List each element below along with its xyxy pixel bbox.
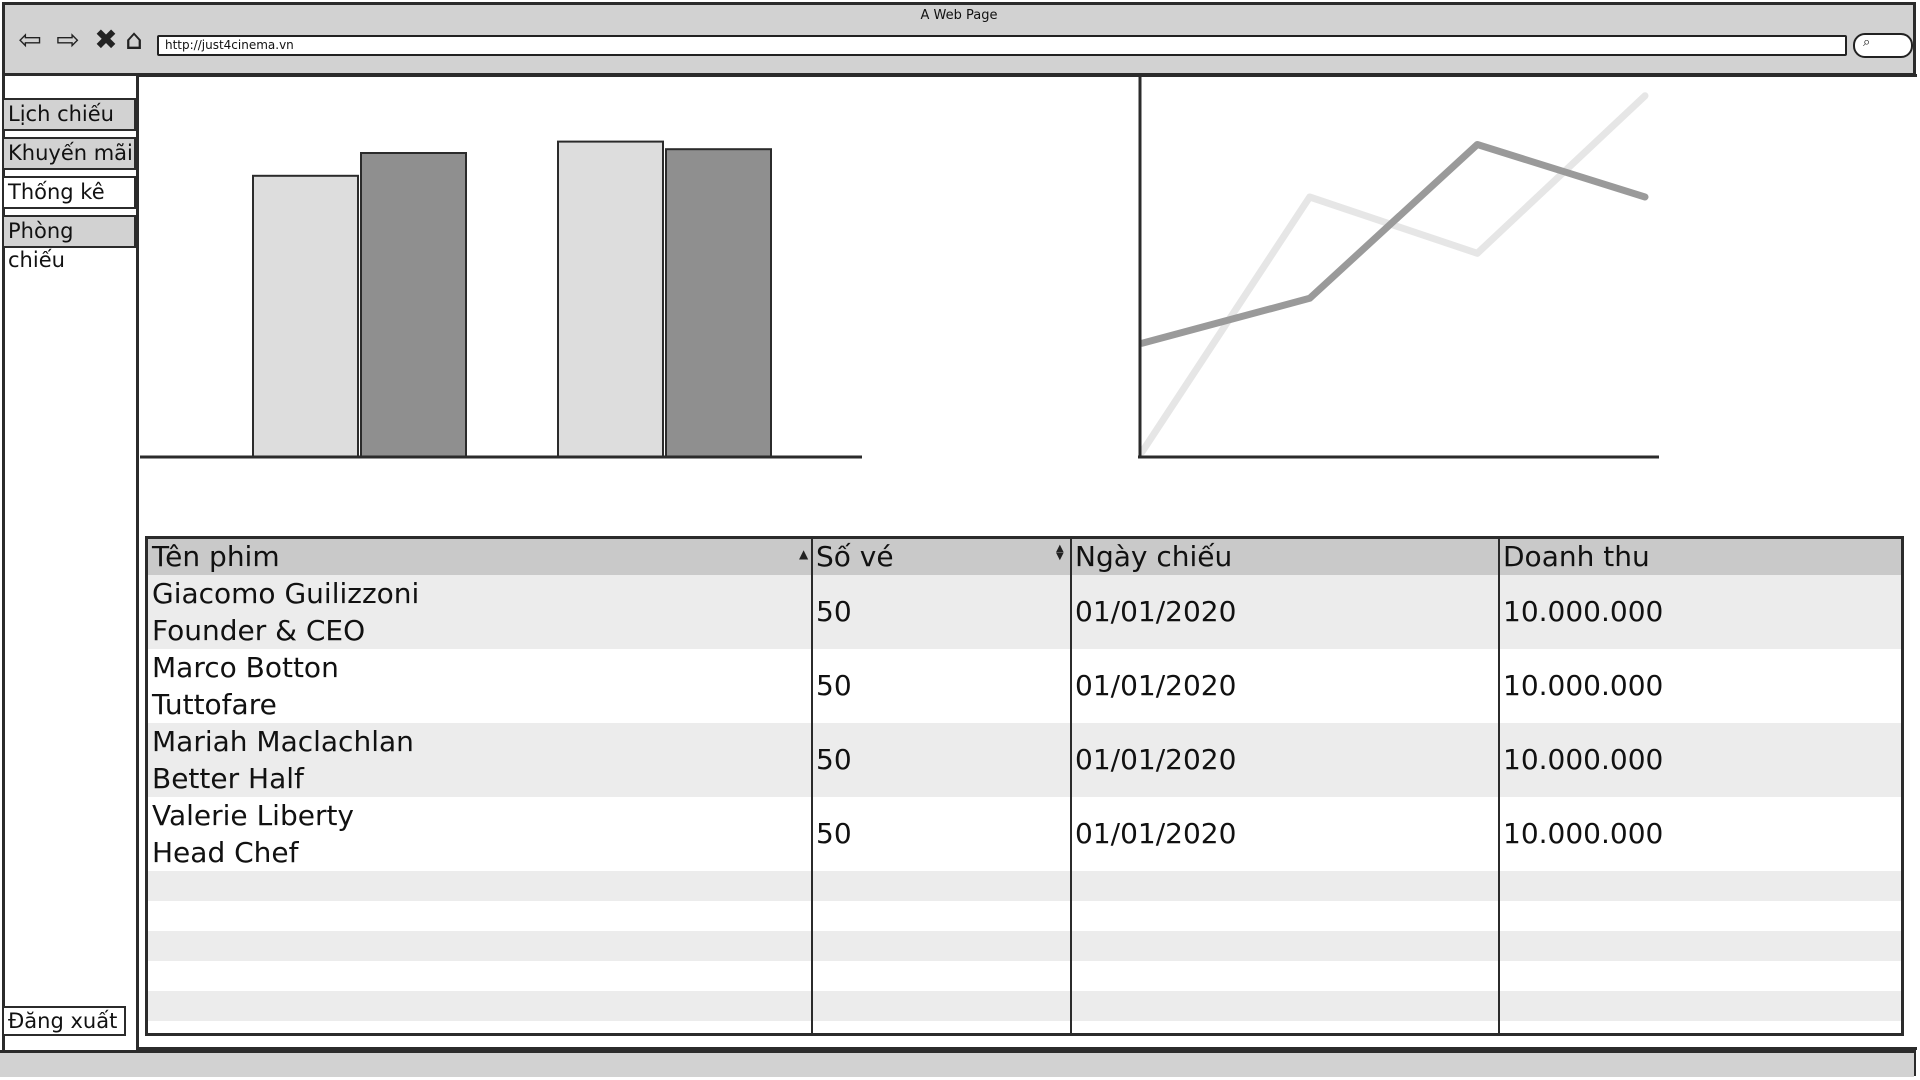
column-divider (1498, 539, 1500, 1033)
date-cell: 01/01/2020 (1075, 743, 1237, 776)
empty-table-row (148, 991, 1901, 1021)
film-subtitle: Tuttofare (152, 688, 277, 721)
revenue-cell: 10.000.000 (1503, 817, 1664, 850)
film-name: Giacomo Guilizzoni (152, 577, 420, 610)
table-row[interactable]: Marco Botton Tuttofare 50 01/01/2020 10.000.… (148, 649, 1901, 723)
column-header-doanh-thu[interactable]: Doanh thu (1499, 539, 1901, 575)
film-name: Valerie Liberty (152, 799, 355, 832)
film-subtitle: Head Chef (152, 836, 299, 869)
bar-mark (557, 140, 664, 458)
column-divider (811, 539, 813, 1033)
table-row[interactable]: Valerie Liberty Head Chef 50 01/01/2020 10.0… (148, 797, 1901, 871)
sidebar-item-thong-ke[interactable]: Thống kê (2, 176, 136, 209)
table-row[interactable]: Giacomo Guilizzoni Founder & CEO 50 01/01/2… (148, 575, 1901, 649)
line-series (1138, 92, 1649, 456)
statistics-table: Giacomo Guilizzoni Founder & CEO 50 01/01/2… (145, 536, 1904, 1036)
revenue-cell: 10.000.000 (1503, 743, 1664, 776)
film-name-cell: Giacomo Guilizzoni Founder & CEO (148, 575, 812, 649)
empty-table-row (148, 901, 1901, 931)
bar-mark (665, 148, 772, 458)
logout-button[interactable]: Đăng xuất (2, 1006, 126, 1036)
sort-both-icon[interactable]: ▲ ▼ (1056, 544, 1064, 562)
empty-table-row (148, 931, 1901, 961)
empty-table-row (148, 1021, 1901, 1033)
film-name: Mariah Maclachlan (152, 725, 414, 758)
line-series (1138, 141, 1649, 347)
home-icon[interactable]: ⌂ (119, 23, 149, 57)
date-cell: 01/01/2020 (1075, 817, 1237, 850)
sidebar-item-khuyen-mai[interactable]: Khuyến mãi (2, 137, 136, 170)
column-divider (1070, 539, 1072, 1033)
bar-mark (360, 152, 467, 458)
date-cell: 01/01/2020 (1075, 595, 1237, 628)
film-subtitle: Founder & CEO (152, 614, 366, 647)
line-chart (1138, 77, 1659, 459)
status-bar (0, 1050, 1914, 1077)
empty-table-row (148, 961, 1901, 991)
film-name: Marco Botton (152, 651, 339, 684)
close-x-icon[interactable]: ✖ (91, 23, 121, 57)
browser-toolbar: A Web Page ⇦ ⇨ ✖ ⌂ http://just4cinema.vn… (5, 5, 1913, 76)
forward-arrow-icon[interactable]: ⇨ (53, 23, 83, 57)
bar-mark (252, 174, 359, 459)
sidebar-item-phong-chieu[interactable]: Phòng chiếu (2, 215, 136, 272)
revenue-cell: 10.000.000 (1503, 669, 1664, 702)
film-subtitle: Better Half (152, 762, 304, 795)
address-bar[interactable]: http://just4cinema.vn (157, 35, 1847, 56)
column-header-so-ve[interactable]: Số vé (812, 539, 1071, 575)
tickets-cell: 50 (816, 817, 852, 850)
film-name-cell: Marco Botton Tuttofare (148, 649, 812, 723)
film-name-cell: Valerie Liberty Head Chef (148, 797, 812, 871)
tickets-cell: 50 (816, 595, 852, 628)
bar-chart (140, 140, 862, 459)
revenue-cell: 10.000.000 (1503, 595, 1664, 628)
tickets-cell: 50 (816, 743, 852, 776)
sidebar-item-lich-chieu[interactable]: Lịch chiếu (2, 98, 136, 131)
search-box[interactable]: ⌕ (1853, 33, 1913, 58)
back-arrow-icon[interactable]: ⇦ (15, 23, 45, 57)
table-row[interactable]: Mariah Maclachlan Better Half 50 01/01/2020… (148, 723, 1901, 797)
tickets-cell: 50 (816, 669, 852, 702)
search-icon: ⌕ (1863, 35, 1871, 50)
date-cell: 01/01/2020 (1075, 669, 1237, 702)
film-name-cell: Mariah Maclachlan Better Half (148, 723, 812, 797)
empty-table-row (148, 871, 1901, 901)
window-title: A Web Page (920, 8, 998, 23)
column-header-ngay-chieu[interactable]: Ngày chiếu (1071, 539, 1499, 575)
column-header-ten-phim[interactable]: Tên phim (148, 539, 812, 575)
sort-asc-icon[interactable]: ▲ (799, 547, 808, 561)
